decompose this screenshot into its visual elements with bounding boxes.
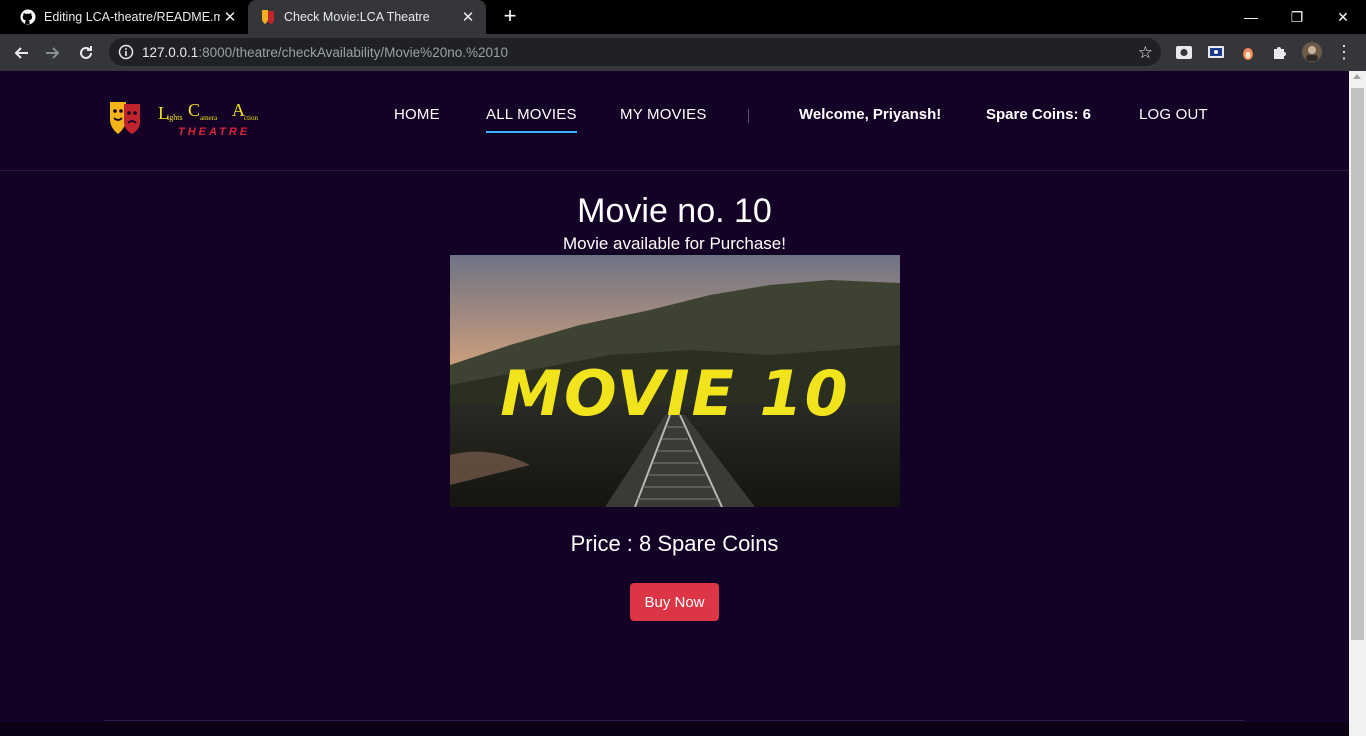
window-close-icon[interactable]: ✕ — [1320, 0, 1366, 34]
camera-extension-icon[interactable] — [1174, 42, 1194, 62]
minimize-icon[interactable]: — — [1228, 0, 1274, 34]
url-text: 127.0.0.1:8000/theatre/checkAvailability… — [142, 45, 508, 60]
scrollbar-thumb[interactable] — [1351, 88, 1364, 640]
bookmark-star-icon[interactable]: ☆ — [1138, 43, 1153, 63]
close-tab-icon[interactable]: ✕ — [458, 8, 478, 26]
footer-strip — [0, 722, 1349, 736]
spare-coins-text: Spare Coins: 6 — [986, 106, 1092, 123]
browser-toolbar: 127.0.0.1:8000/theatre/checkAvailability… — [0, 34, 1366, 71]
logo-rest-ction: ction — [244, 114, 258, 122]
movie-poster: MOVIE 10 — [450, 255, 900, 508]
nav-divider — [748, 109, 749, 123]
logo-cap-c: C — [188, 100, 200, 120]
buy-now-button[interactable]: Buy Now — [630, 583, 719, 621]
tab-check-movie[interactable]: Check Movie:LCA Theatre ✕ — [248, 0, 486, 34]
extensions-puzzle-icon[interactable] — [1270, 42, 1290, 62]
profile-avatar[interactable] — [1302, 42, 1322, 62]
availability-text: Movie available for Purchase! — [562, 234, 786, 253]
url-path: :8000/theatre/checkAvailability/Movie%20… — [198, 44, 509, 60]
tab-title: Check Movie:LCA Theatre — [284, 10, 430, 24]
site-info-icon[interactable] — [118, 44, 134, 60]
welcome-text: Welcome, Priyansh! — [799, 106, 942, 123]
new-tab-button[interactable]: + — [498, 5, 522, 29]
page-content: L ights C amera A ction THEATRE HOME ALL… — [0, 71, 1349, 736]
back-icon[interactable] — [8, 40, 34, 66]
reload-icon[interactable] — [73, 40, 99, 66]
nav-home[interactable]: HOME — [394, 106, 440, 123]
logo-rest-amera: amera — [200, 114, 218, 122]
nav-all-movies[interactable]: ALL MOVIES — [486, 106, 577, 133]
logo-rest-ights: ights — [167, 113, 183, 122]
address-bar[interactable]: 127.0.0.1:8000/theatre/checkAvailability… — [109, 38, 1161, 66]
page-scrollbar[interactable] — [1349, 71, 1366, 736]
scroll-up-icon[interactable] — [1353, 74, 1361, 79]
url-host: 127.0.0.1 — [142, 44, 199, 60]
logo-theatre: THEATRE — [178, 126, 250, 138]
close-tab-icon[interactable]: ✕ — [220, 8, 240, 26]
forward-icon[interactable] — [40, 40, 66, 66]
browser-menu-icon[interactable]: ⋮ — [1334, 42, 1354, 62]
site-logo[interactable]: L ights C amera A ction THEATRE — [108, 98, 273, 142]
screen-extension-icon[interactable] — [1206, 42, 1226, 62]
github-icon — [20, 9, 36, 25]
tab-title: Editing LCA-theatre/README.md — [44, 10, 220, 24]
nav-logout[interactable]: LOG OUT — [1139, 106, 1208, 123]
restore-icon[interactable]: ❐ — [1274, 0, 1320, 34]
tab-readme[interactable]: Editing LCA-theatre/README.md ✕ — [8, 0, 248, 34]
movie-title: Movie no. 10 — [577, 192, 772, 230]
browser-tabbar: Editing LCA-theatre/README.md ✕ Check Mo… — [0, 0, 1366, 34]
price-text: Price : 8 Spare Coins — [570, 531, 779, 556]
footer-divider — [104, 720, 1245, 721]
site-navbar: L ights C amera A ction THEATRE HOME ALL… — [0, 71, 1349, 171]
nav-my-movies[interactable]: MY MOVIES — [620, 106, 707, 123]
theatre-mask-icon — [260, 9, 276, 25]
fire-extension-icon[interactable] — [1238, 42, 1258, 62]
poster-text: MOVIE 10 — [500, 357, 849, 430]
